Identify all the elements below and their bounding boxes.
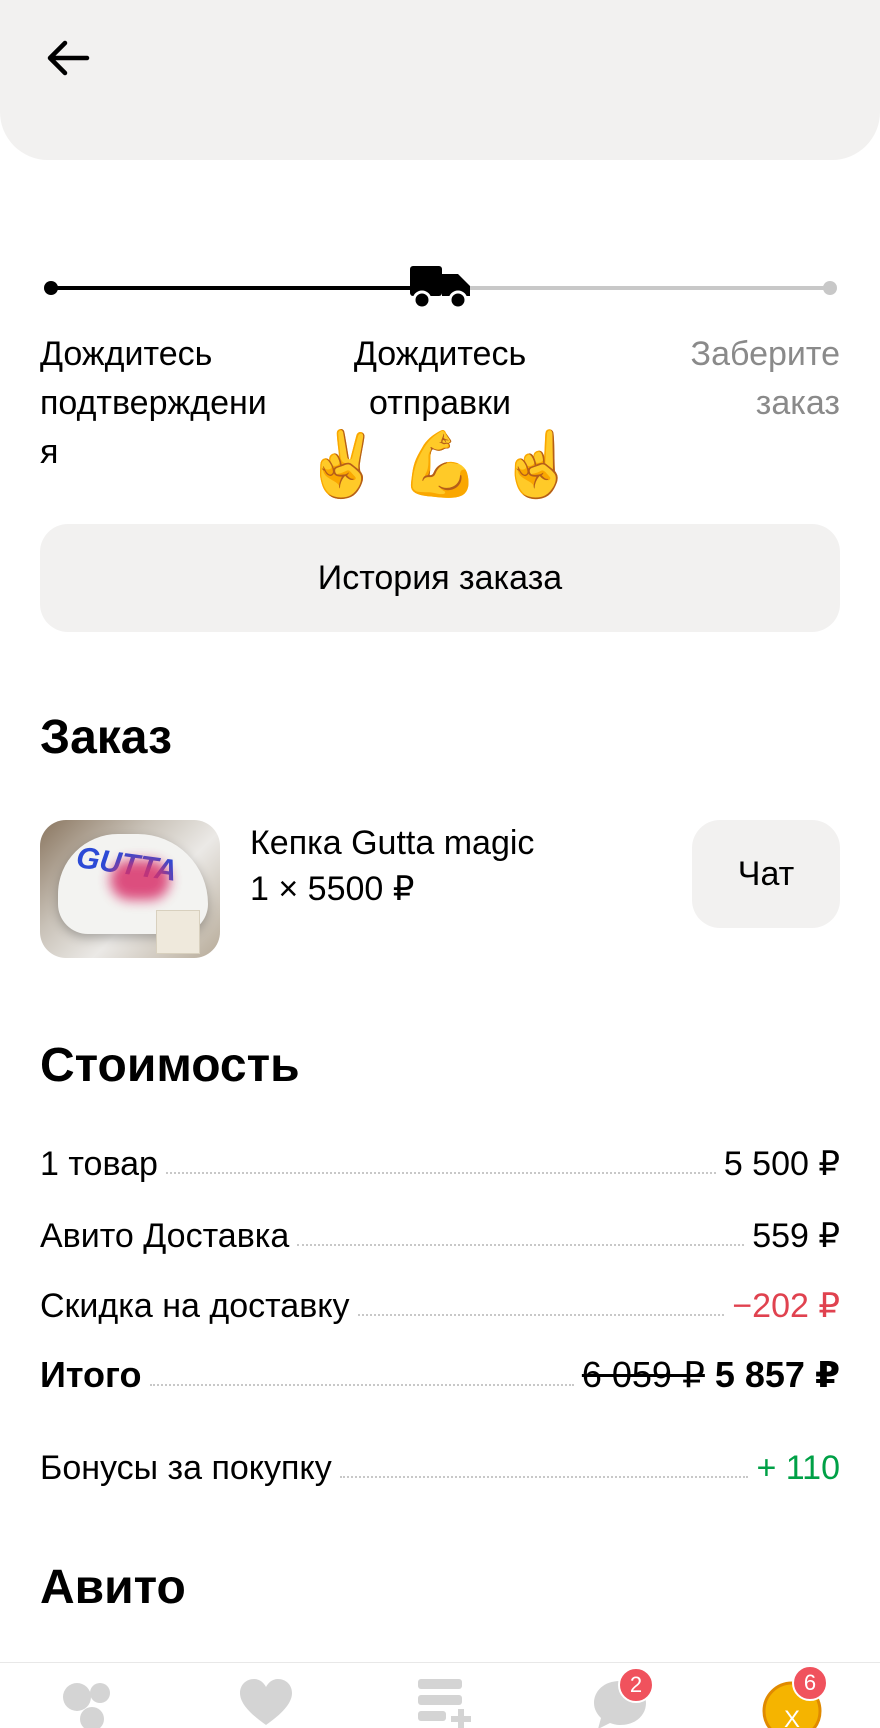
chat-button[interactable]: Чат bbox=[692, 820, 840, 928]
order-section-title: Заказ bbox=[40, 711, 172, 764]
discount-value: −202 ₽ bbox=[732, 1287, 840, 1325]
cost-row-items: 1 товар 5 500 ₽ bbox=[40, 1128, 840, 1184]
total-price: 5 857 ₽ bbox=[714, 1354, 840, 1395]
cost-row-delivery-discount: Скидка на доставку −202 ₽ bbox=[40, 1270, 840, 1326]
product-sticker bbox=[156, 910, 200, 954]
order-history-button[interactable]: История заказа bbox=[40, 524, 840, 632]
flexed-biceps-emoji: 💪 bbox=[400, 428, 480, 502]
cost-value: 5 500 ₽ bbox=[723, 1145, 840, 1183]
progress-end-dot bbox=[823, 281, 837, 295]
emoji-row: ✌️ 💪 ☝️ bbox=[302, 420, 577, 510]
nav-favorites[interactable] bbox=[236, 1677, 296, 1728]
cost-section-title: Стоимость bbox=[40, 1039, 300, 1092]
circles-icon bbox=[63, 1683, 110, 1728]
back-button[interactable] bbox=[36, 26, 100, 90]
dotted-leader bbox=[297, 1244, 745, 1246]
step-pick-up-order: Заберите заказ bbox=[690, 335, 840, 422]
cost-row-delivery: Авито Доставка 559 ₽ bbox=[40, 1200, 840, 1256]
cost-row-bonus: Бонусы за покупку + 110 bbox=[40, 1432, 840, 1488]
dotted-leader bbox=[357, 1314, 725, 1316]
nav-add-listing[interactable] bbox=[414, 1677, 474, 1728]
nav-profile[interactable]: Х 6 bbox=[762, 1665, 828, 1728]
profile-avatar-letter: Х bbox=[784, 1706, 800, 1728]
profile-badge: 6 bbox=[792, 1665, 828, 1701]
truck-icon bbox=[410, 266, 470, 310]
messages-badge: 2 bbox=[618, 1667, 654, 1703]
heart-icon bbox=[240, 1679, 292, 1725]
dotted-leader bbox=[165, 1172, 716, 1174]
avito-section-title: Авито bbox=[40, 1561, 186, 1614]
step-awaiting-shipment: Дождитесь отправки bbox=[353, 335, 527, 422]
product-image[interactable]: GUTTA bbox=[40, 820, 220, 958]
nav-messages[interactable]: 2 bbox=[590, 1667, 654, 1728]
victory-hand-emoji: ✌️ bbox=[302, 428, 383, 502]
total-label: Итого bbox=[40, 1354, 142, 1395]
cost-label: 1 товар bbox=[40, 1145, 158, 1183]
header bbox=[0, 0, 880, 160]
nav-search[interactable] bbox=[58, 1677, 118, 1728]
cost-label: Авито Доставка bbox=[40, 1217, 290, 1255]
bonus-value: + 110 bbox=[756, 1449, 840, 1487]
bonus-label: Бонусы за покупку bbox=[40, 1449, 332, 1487]
cost-row-total: Итого 6 059 ₽ 5 857 ₽ bbox=[40, 1340, 840, 1396]
cost-value: 559 ₽ bbox=[752, 1217, 840, 1255]
bottom-navigation: 2 Х 6 bbox=[0, 1662, 880, 1728]
add-listing-icon bbox=[418, 1679, 471, 1728]
cap-blur bbox=[110, 860, 170, 900]
dotted-leader bbox=[339, 1476, 749, 1478]
order-progress-bar bbox=[44, 266, 837, 310]
cost-label: Скидка на доставку bbox=[40, 1287, 350, 1325]
product-name[interactable]: Кепка Gutta magic bbox=[250, 820, 534, 866]
old-total-price: 6 059 ₽ bbox=[581, 1354, 705, 1395]
dotted-leader bbox=[149, 1384, 574, 1386]
step-awaiting-confirmation: Дождитесь подтверждени я bbox=[40, 335, 267, 471]
arrow-left-icon bbox=[47, 40, 90, 76]
index-pointing-up-emoji: ☝️ bbox=[497, 428, 578, 502]
product-quantity-price: 1 × 5500 ₽ bbox=[250, 870, 415, 908]
